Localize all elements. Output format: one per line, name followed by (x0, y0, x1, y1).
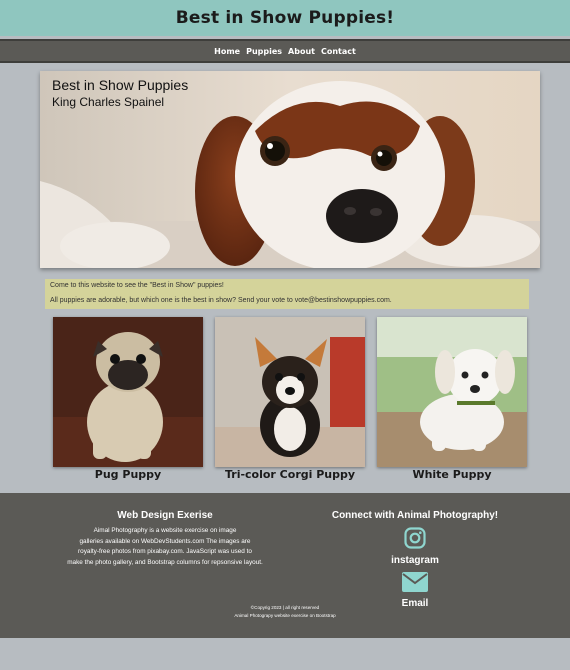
intro-line-2: All puppies are adorable, but which one … (50, 297, 392, 304)
instagram-icon[interactable] (404, 527, 426, 549)
white-puppy-caption: White Puppy (412, 468, 492, 481)
intro-line-1: Come to this website to see the "Best in… (50, 282, 224, 289)
white-puppy-photo[interactable] (377, 317, 527, 467)
footer-about-line: make the photo gallery, and Bootstrap co… (67, 558, 263, 566)
hero-banner: Best in Show Puppies King Charles Spaine… (40, 71, 540, 268)
envelope-icon[interactable] (402, 572, 428, 592)
credit-text: Animal Photograpy website exercise on Bo… (234, 613, 336, 618)
hero-subtitle: King Charles Spainel (52, 95, 165, 109)
corgi-photo[interactable] (215, 317, 365, 467)
footer-about-text: Aimal Photography is a website exercise … (50, 526, 280, 568)
instagram-link[interactable]: instagram (330, 527, 500, 566)
gallery-card-white[interactable]: White Puppy (377, 317, 527, 481)
corgi-caption: Tri-color Corgi Puppy (224, 468, 356, 481)
footer-connect-heading: Connect with Animal Photography! (331, 510, 499, 521)
nav-link-contact[interactable]: Contact (321, 47, 356, 56)
footer-connect: Connect with Animal Photography! instagr… (330, 510, 500, 609)
instagram-label[interactable]: instagram (330, 555, 500, 566)
nav-link-about[interactable]: About (288, 47, 315, 56)
footer-about-line: royalty-free photos from pixabay.com. Ja… (78, 548, 252, 555)
footer-about: Web Design Exerise Aimal Photography is … (50, 510, 280, 568)
hero-title: Best in Show Puppies (52, 77, 189, 93)
gallery-card-pug[interactable]: Pug Puppy (53, 317, 203, 481)
footer-about-line: Aimal Photography is a website exercise … (93, 527, 237, 534)
footer-about-heading: Web Design Exerise (117, 510, 213, 521)
nav-link-home[interactable]: Home (214, 47, 240, 56)
intro-box: Come to this website to see the "Best in… (45, 279, 529, 309)
footer: Web Design Exerise Aimal Photography is … (0, 493, 570, 638)
footer-about-line: galleries available on WebDevStudents.co… (79, 537, 251, 545)
pug-photo[interactable] (53, 317, 203, 467)
copyright: ©Copyrig 2023 | all right reserved Anima… (0, 604, 570, 620)
site-title: Best in Show Puppies! (175, 8, 395, 28)
site-header: Best in Show Puppies! (0, 0, 570, 36)
gallery-card-corgi[interactable]: Tri-color Corgi Puppy (215, 317, 365, 481)
pug-caption: Pug Puppy (94, 468, 162, 481)
nav-link-puppies[interactable]: Puppies (246, 47, 282, 56)
copyright-text: ©Copyrig 2023 | all right reserved (250, 605, 320, 610)
nav-bar: Home Puppies About Contact (0, 39, 570, 63)
